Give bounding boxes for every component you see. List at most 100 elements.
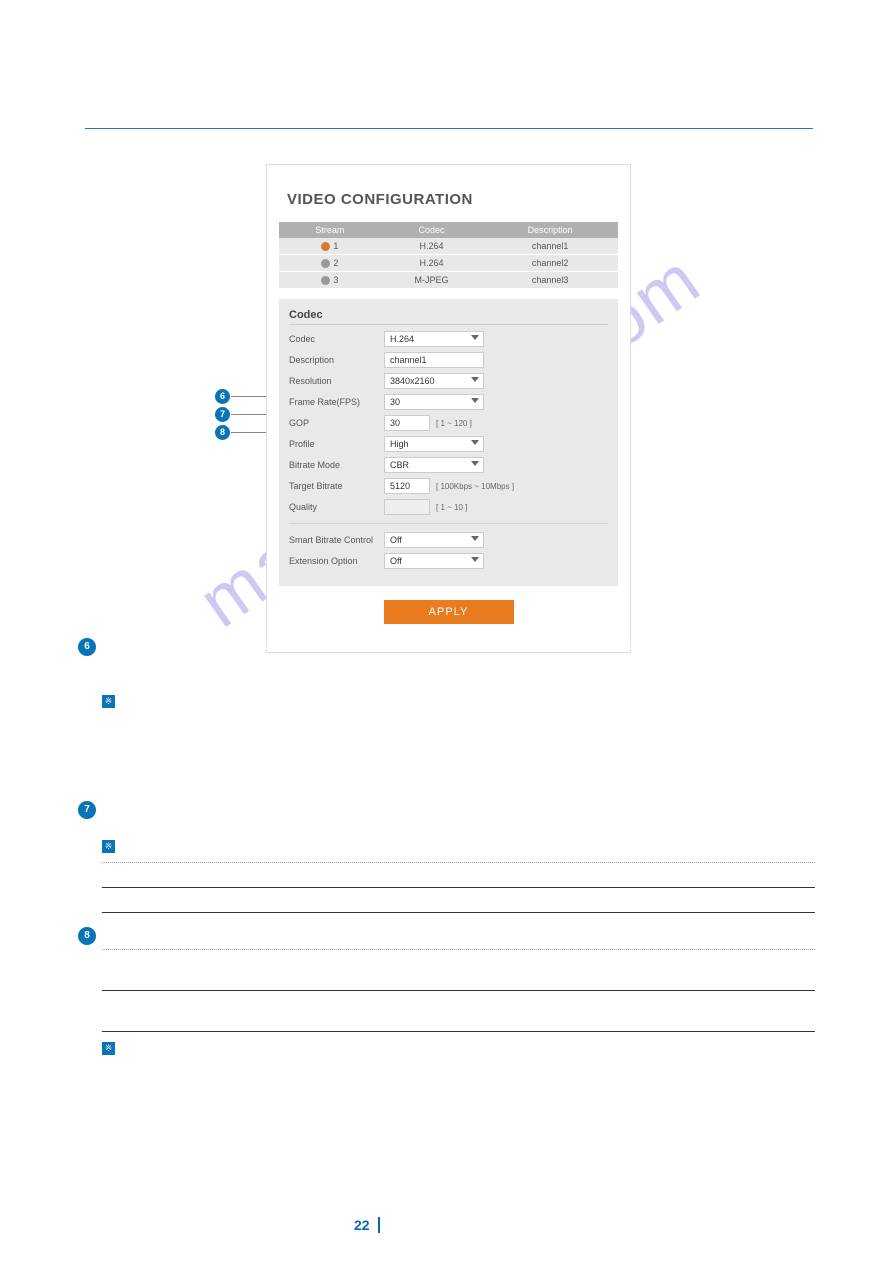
item8-row1-v: To guarantee the designated quality, the…: [282, 995, 815, 1027]
select-codec[interactable]: H.264: [384, 331, 484, 347]
item7-row1-v: A complex profile with a high compressio…: [282, 892, 815, 908]
item8-note-text: This category won't be appear if you sel…: [121, 1042, 383, 1060]
item8-table: CBR -To guarantee the designated constan…: [102, 949, 815, 1032]
hint-gop: [ 1 ~ 120 ]: [436, 419, 472, 428]
form-separator: [289, 523, 608, 524]
item6-note-text: I-frame and P-frame can be created for M…: [121, 714, 814, 779]
bullet-6: 6: [78, 638, 96, 656]
item7-note: ※ H.264 : Main, High / H.265 (HEVC) : Ma…: [102, 840, 815, 858]
note-icon: ※: [102, 1042, 115, 1055]
header-rule: [85, 128, 813, 129]
item7-note-text: H.264 : Main, High / H.265 (HEVC) : Main: [121, 840, 325, 858]
item6-label: GOP(Group of Pictures) Size -: [102, 640, 258, 652]
stream-table: Stream Codec Description 1 H.264 channel…: [279, 222, 618, 289]
item7-label: Profile -: [102, 803, 143, 815]
item-6: 6 GOP(Group of Pictures) Size - Set up t…: [78, 638, 815, 691]
row-smart-bitrate: Smart Bitrate Control Off: [289, 532, 608, 548]
chevron-down-icon: [471, 461, 479, 466]
page-number: 22: [354, 1217, 380, 1233]
col-stream: Stream: [279, 222, 381, 238]
page-header: Setup - Basic Setup Web Viewer: [85, 95, 813, 125]
item-8: 8 Bitrate Mode - Select the bit rate con…: [78, 927, 815, 945]
chevron-down-icon: [471, 335, 479, 340]
label-extension: Extension Option: [289, 556, 384, 566]
apply-button[interactable]: APPLY: [384, 600, 514, 624]
label-resolution: Resolution: [289, 376, 384, 386]
input-quality: [384, 499, 430, 515]
input-target-bitrate[interactable]: 5120: [384, 478, 430, 494]
item8-note: ※ This category won't be appear if you s…: [102, 1042, 815, 1060]
dotted-rule: [102, 862, 815, 863]
video-config-panel: VIDEO CONFIGURATION Stream Codec Descrip…: [266, 164, 631, 653]
page-footer: 22 Full HD Multi Focal IP Camera: [0, 1217, 893, 1233]
chevron-down-icon: [471, 398, 479, 403]
row-description: Description channel1: [289, 352, 608, 368]
item6-note: ※ GOP(Group of Pictures) Size is.. I-fra…: [102, 695, 815, 783]
item7-row0-v: An intermediate profile with a medium co…: [282, 867, 815, 883]
item7-row0-k: Main -: [102, 867, 282, 883]
bullet-7: 7: [78, 801, 96, 819]
note-icon: ※: [102, 840, 115, 853]
stream-desc: channel3: [482, 272, 618, 289]
chevron-down-icon: [471, 536, 479, 541]
label-smart-bitrate: Smart Bitrate Control: [289, 535, 384, 545]
col-codec: Codec: [381, 222, 483, 238]
input-description[interactable]: channel1: [384, 352, 484, 368]
input-gop[interactable]: 30: [384, 415, 430, 431]
row-target-bitrate: Target Bitrate 5120 [ 100Kbps ~ 10Mbps ]: [289, 478, 608, 494]
stream-num: 2: [333, 258, 338, 268]
label-gop: GOP: [289, 418, 384, 428]
status-dot-icon: [321, 276, 330, 285]
label-bitrate-mode: Bitrate Mode: [289, 460, 384, 470]
item8-label: Bitrate Mode -: [102, 929, 175, 941]
label-description: Description: [289, 355, 384, 365]
item7-text: The profile defines the subset of bit st…: [102, 803, 795, 833]
hint-target-bitrate: [ 100Kbps ~ 10Mbps ]: [436, 482, 514, 491]
panel-title: VIDEO CONFIGURATION: [287, 191, 618, 208]
label-profile: Profile: [289, 439, 384, 449]
stream-codec: H.264: [381, 255, 483, 272]
row-quality: Quality [ 1 ~ 10 ]: [289, 499, 608, 515]
table-row[interactable]: 3 M-JPEG channel3: [279, 272, 618, 289]
row-profile: Profile High: [289, 436, 608, 452]
select-smart-bitrate[interactable]: Off: [384, 532, 484, 548]
item7-table: Main -An intermediate profile with a med…: [102, 862, 815, 913]
solid-rule: [102, 887, 815, 888]
table-row[interactable]: 1 H.264 channel1: [279, 238, 618, 255]
chevron-down-icon: [471, 557, 479, 562]
codec-block: Codec Codec H.264 Description channel1 R…: [279, 299, 618, 586]
header-section: Web Viewer: [743, 97, 813, 112]
item8-text: Select the bit rate control scheme of vi…: [178, 929, 730, 941]
select-extension[interactable]: Off: [384, 553, 484, 569]
row-bitrate-mode: Bitrate Mode CBR: [289, 457, 608, 473]
row-gop: GOP 30 [ 1 ~ 120 ]: [289, 415, 608, 431]
stream-desc: channel2: [482, 255, 618, 272]
item8-row0-v: To guarantee the designated constant bit…: [282, 954, 815, 986]
label-target-bitrate: Target Bitrate: [289, 481, 384, 491]
item6-note-title: GOP(Group of Pictures) Size is..: [121, 697, 280, 709]
select-bitrate-mode[interactable]: CBR: [384, 457, 484, 473]
callout-marker-6: 6: [215, 389, 230, 404]
chevron-down-icon: [471, 377, 479, 382]
note-icon: ※: [102, 695, 115, 708]
footer-text: Full HD Multi Focal IP Camera: [391, 1221, 539, 1233]
callout-marker-8: 8: [215, 425, 230, 440]
select-framerate[interactable]: 30: [384, 394, 484, 410]
status-dot-icon: [321, 242, 330, 251]
body-content: 6 GOP(Group of Pictures) Size - Set up t…: [78, 630, 815, 1059]
status-dot-icon: [321, 259, 330, 268]
table-header-row: Stream Codec Description: [279, 222, 618, 238]
chevron-down-icon: [471, 440, 479, 445]
item8-row1-k: VBR -: [102, 995, 282, 1027]
select-profile[interactable]: High: [384, 436, 484, 452]
col-description: Description: [482, 222, 618, 238]
solid-rule: [102, 912, 815, 913]
stream-num: 3: [333, 275, 338, 285]
row-framerate: Frame Rate(FPS) 30: [289, 394, 608, 410]
label-framerate: Frame Rate(FPS): [289, 397, 384, 407]
row-extension: Extension Option Off: [289, 553, 608, 569]
label-codec: Codec: [289, 334, 384, 344]
stream-codec: M-JPEG: [381, 272, 483, 289]
select-resolution[interactable]: 3840x2160: [384, 373, 484, 389]
table-row[interactable]: 2 H.264 channel2: [279, 255, 618, 272]
